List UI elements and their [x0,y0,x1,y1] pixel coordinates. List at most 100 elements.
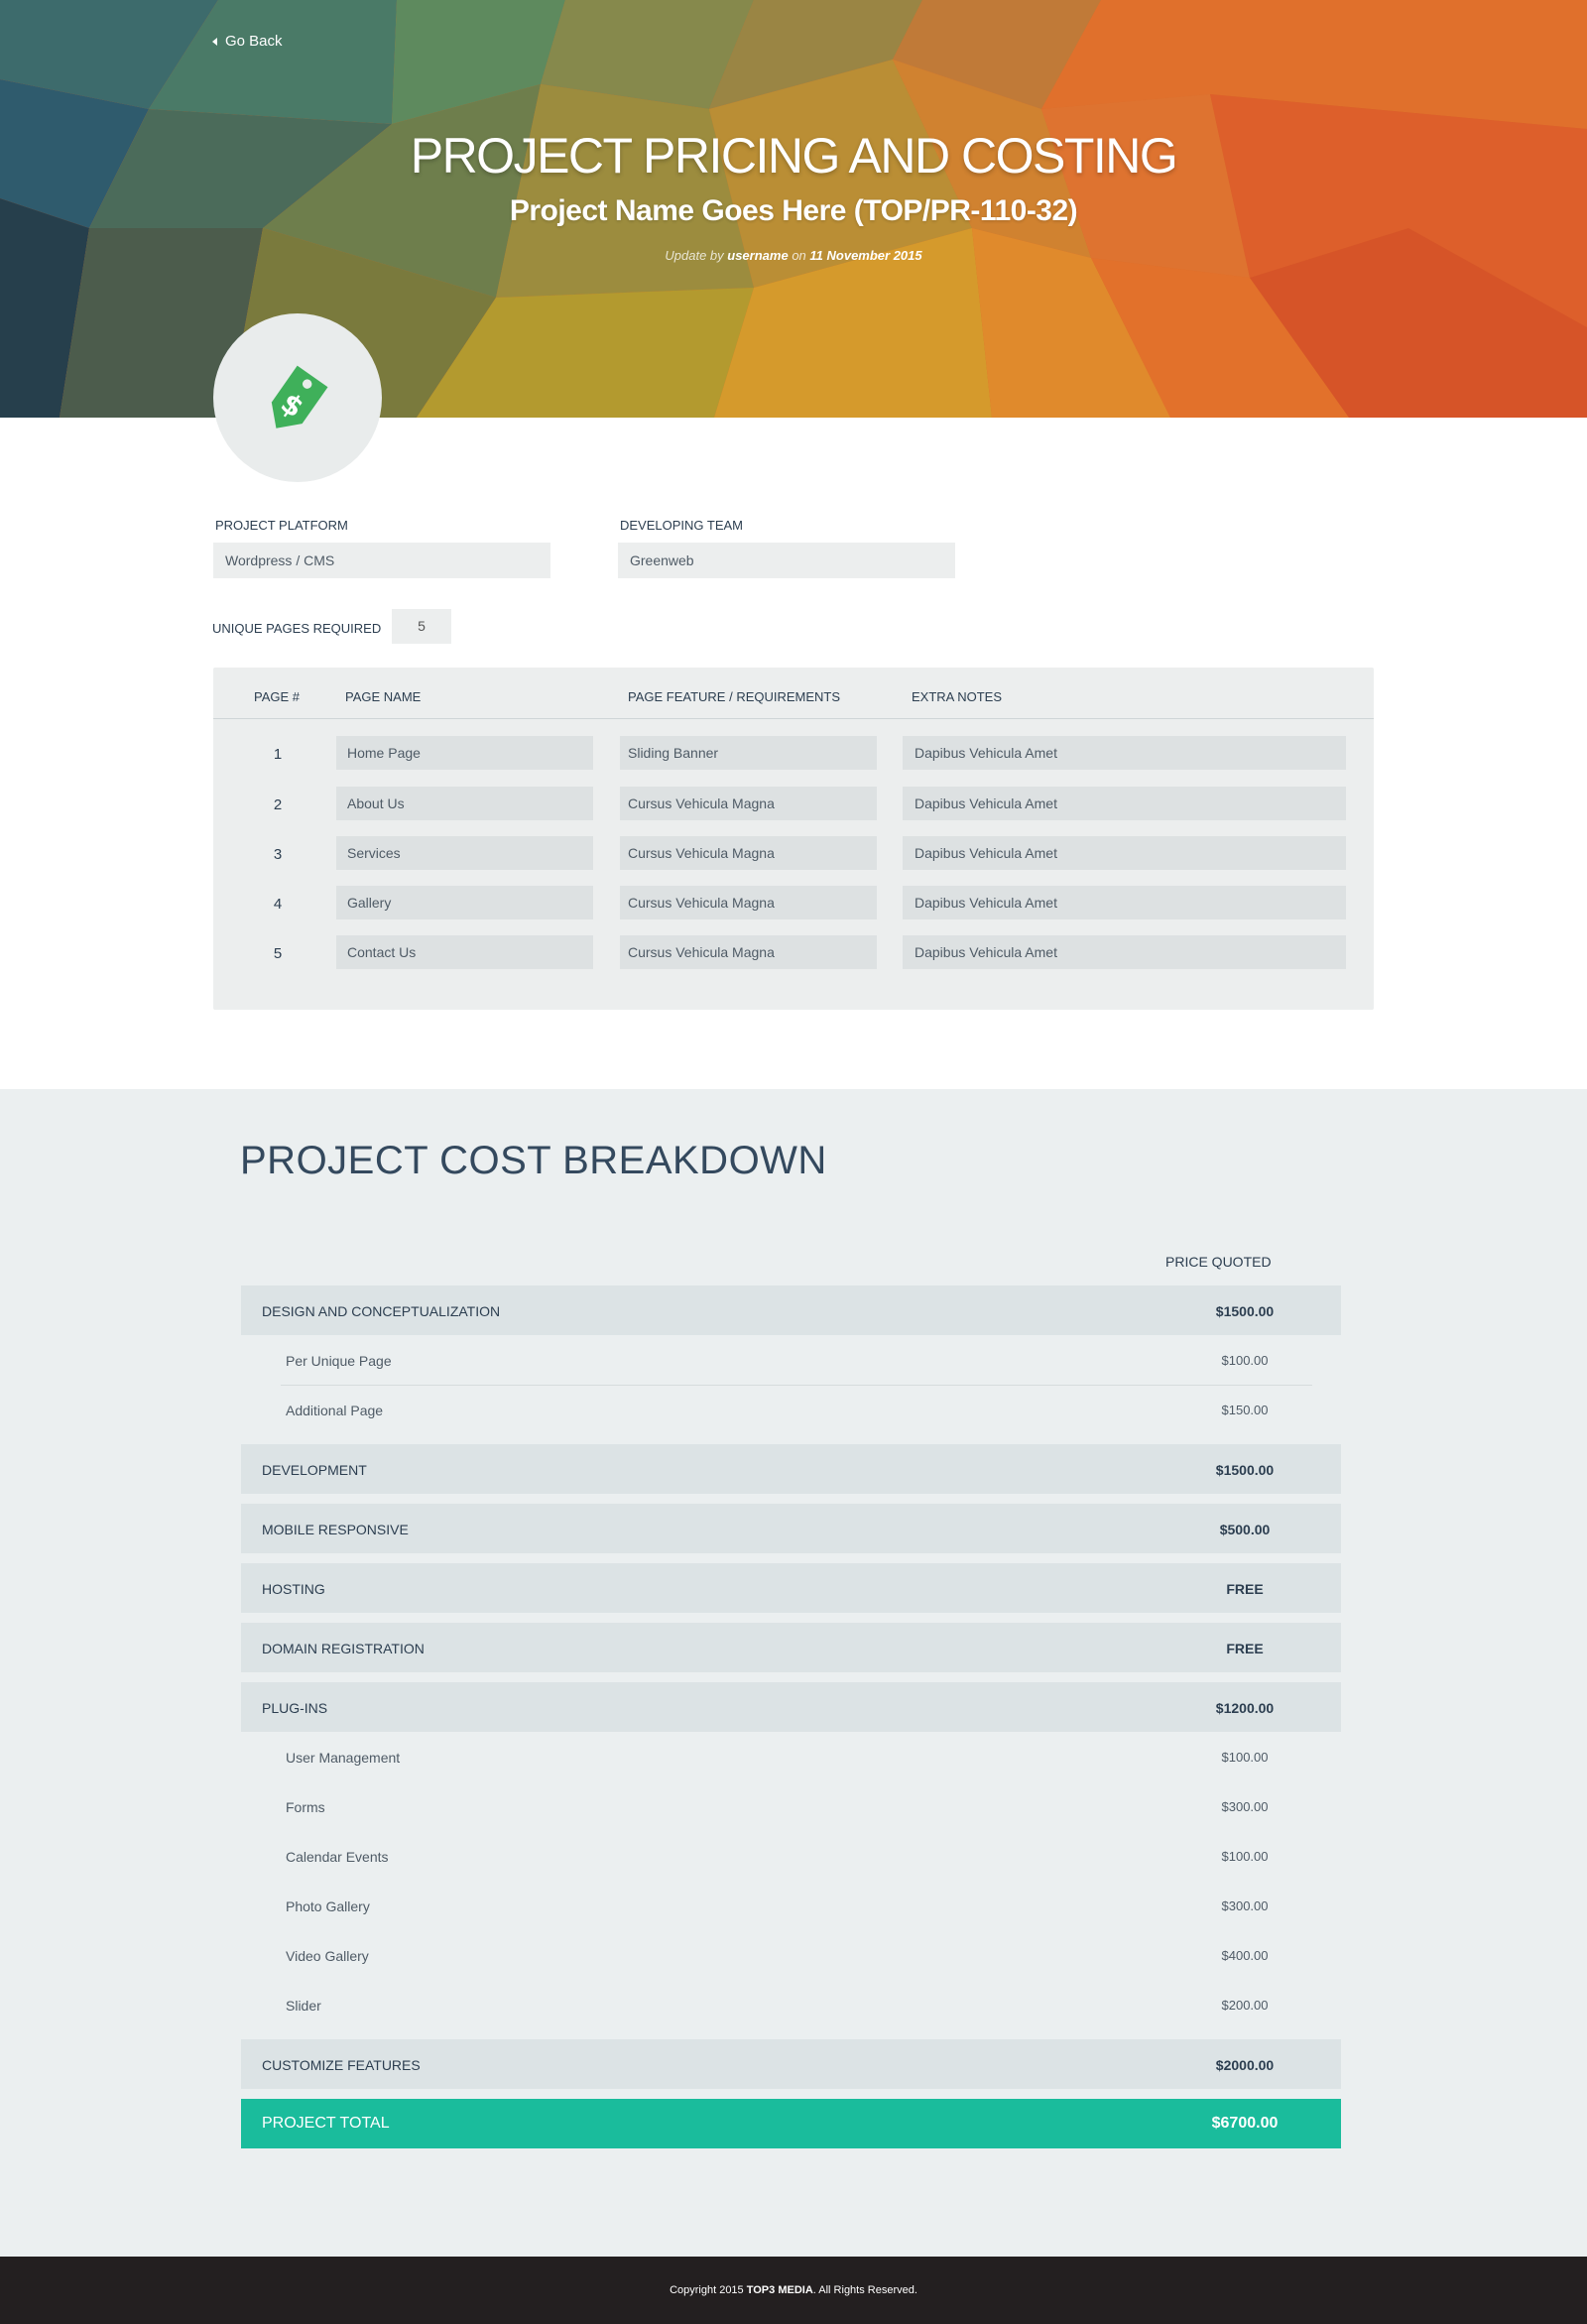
cost-sub-price: $100.00 [1221,1353,1269,1368]
cost-row-development: DEVELOPMENT $1500.00 [241,1444,1341,1494]
update-user: username [727,248,789,263]
cost-sub-price: $200.00 [1221,1998,1269,2013]
cost-sub-price: $300.00 [1221,1799,1269,1814]
cost-subrow: Forms $300.00 [281,1781,1312,1831]
page-feature-field[interactable]: Cursus Vehicula Magna [620,886,877,919]
page-name-field[interactable]: Services [336,836,593,870]
cost-price: $500.00 [1219,1522,1271,1537]
cost-sub-price: $100.00 [1221,1750,1269,1765]
extra-notes-field[interactable]: Dapibus Vehicula Amet [903,787,1346,820]
cost-subrow: User Management $100.00 [281,1732,1312,1781]
header-page-feature: PAGE FEATURE / REQUIREMENTS [628,689,841,704]
cost-label: MOBILE RESPONSIVE [262,1522,409,1537]
page-name-field[interactable]: Contact Us [336,935,593,969]
copyright-prefix: Copyright 2015 [670,2284,744,2296]
header-page-num: PAGE # [254,689,301,704]
platform-label: PROJECT PLATFORM [215,518,348,533]
table-row-num: 4 [273,896,283,913]
page-name-field[interactable]: Gallery [336,886,593,919]
project-name: Project Name Goes Here (TOP/PR-110-32) [509,194,1078,227]
cost-row-customize: CUSTOMIZE FEATURES $2000.00 [241,2039,1341,2089]
cost-breakdown-section: PROJECT COST BREAKDOWN PRICE QUOTED DESI… [0,1089,1587,2257]
cost-label: CUSTOMIZE FEATURES [262,2057,421,2073]
extra-notes-field[interactable]: Dapibus Vehicula Amet [903,836,1346,870]
update-info: Update by username on 11 November 2015 [0,248,1587,263]
extra-notes-field[interactable]: Dapibus Vehicula Amet [903,736,1346,770]
page-feature-field[interactable]: Cursus Vehicula Magna [620,836,877,870]
table-row-num: 5 [273,945,283,962]
cost-sub-label: Slider [286,1998,321,2014]
page-name-field[interactable]: About Us [336,787,593,820]
update-on: on [792,248,806,263]
table-row-num: 1 [273,746,283,763]
cost-sub-label: User Management [286,1750,401,1766]
cost-price: $1500.00 [1215,1303,1275,1319]
cost-subrow: Video Gallery $400.00 [281,1930,1312,1980]
cost-price: $1200.00 [1215,1700,1275,1716]
cost-price: $2000.00 [1215,2057,1275,2073]
cost-price: $1500.00 [1215,1462,1275,1478]
cost-sub-price: $150.00 [1221,1403,1269,1417]
cost-breakdown-title: PROJECT COST BREAKDOWN [240,1139,827,1182]
total-label: PROJECT TOTAL [262,2115,390,2132]
project-total-row: PROJECT TOTAL $6700.00 [241,2099,1341,2148]
cost-label: DEVELOPMENT [262,1462,367,1478]
table-row-num: 2 [273,796,283,813]
cost-subrow: Per Unique Page $100.00 [281,1335,1312,1385]
cost-sub-label: Video Gallery [286,1948,369,1964]
cost-price: FREE [1226,1581,1264,1597]
copyright-suffix: . All Rights Reserved. [812,2284,917,2296]
page-feature-field[interactable]: Cursus Vehicula Magna [620,935,877,969]
cost-label: HOSTING [262,1581,325,1597]
header-page-name: PAGE NAME [345,689,422,704]
unique-pages-stepper[interactable]: 5 [392,609,451,644]
page-name-field[interactable]: Home Page [336,736,593,770]
cost-label: DESIGN AND CONCEPTUALIZATION [262,1303,501,1319]
update-prefix: Update by [665,248,724,263]
cost-sub-label: Photo Gallery [286,1898,370,1914]
cost-sub-label: Additional Page [286,1403,384,1418]
copyright-text: Copyright 2015 TOP3 MEDIA. All Rights Re… [0,2284,1587,2296]
cost-row-hosting: HOSTING FREE [241,1563,1341,1613]
extra-notes-field[interactable]: Dapibus Vehicula Amet [903,935,1346,969]
footer: Copyright 2015 TOP3 MEDIA. All Rights Re… [0,2257,1587,2324]
cost-sub-price: $100.00 [1221,1849,1269,1864]
cost-row-design: DESIGN AND CONCEPTUALIZATION $1500.00 [241,1285,1341,1335]
unique-pages-label: UNIQUE PAGES REQUIRED [212,621,382,636]
team-field[interactable]: Greenweb [618,543,955,578]
cost-price: FREE [1226,1641,1264,1656]
table-row-num: 3 [273,846,283,863]
price-tag-dollar-icon: $ [271,365,328,428]
extra-notes-field[interactable]: Dapibus Vehicula Amet [903,886,1346,919]
company-name: TOP3 MEDIA [746,2284,813,2296]
platform-field[interactable]: Wordpress / CMS [213,543,550,578]
team-label: DEVELOPING TEAM [620,518,744,533]
page-title: PROJECT PRICING AND COSTING [410,128,1178,183]
cost-row-plugins: PLUG-INS $1200.00 [241,1682,1341,1732]
price-tag-badge: $ [213,313,382,482]
go-back-label: Go Back [225,33,283,50]
arrow-left-icon [212,37,217,46]
cost-row-domain: DOMAIN REGISTRATION FREE [241,1623,1341,1672]
page-feature-field[interactable]: Sliding Banner [620,736,877,770]
total-price: $6700.00 [1211,2115,1279,2132]
cost-sub-label: Calendar Events [286,1849,389,1865]
pages-table-header: PAGE # PAGE NAME PAGE FEATURE / REQUIREM… [213,668,1374,719]
cost-subrow: Additional Page $150.00 [281,1385,1312,1434]
cost-sub-price: $400.00 [1221,1948,1269,1963]
pages-table: PAGE # PAGE NAME PAGE FEATURE / REQUIREM… [213,668,1374,1010]
cost-sub-price: $300.00 [1221,1898,1269,1913]
page-feature-field[interactable]: Cursus Vehicula Magna [620,787,877,820]
cost-subrow: Calendar Events $100.00 [281,1831,1312,1881]
cost-sub-label: Per Unique Page [286,1353,392,1369]
cost-sub-label: Forms [286,1799,325,1815]
go-back-link[interactable]: Go Back [212,33,283,50]
cost-subrow: Photo Gallery $300.00 [281,1881,1312,1930]
cost-row-mobile: MOBILE RESPONSIVE $500.00 [241,1504,1341,1553]
update-date: 11 November 2015 [809,248,922,263]
price-quoted-header: PRICE QUOTED [1165,1254,1272,1270]
cost-subrow: Slider $200.00 [281,1980,1312,2029]
cost-label: PLUG-INS [262,1700,328,1716]
cost-label: DOMAIN REGISTRATION [262,1641,425,1656]
header-extra-notes: EXTRA NOTES [912,689,1003,704]
